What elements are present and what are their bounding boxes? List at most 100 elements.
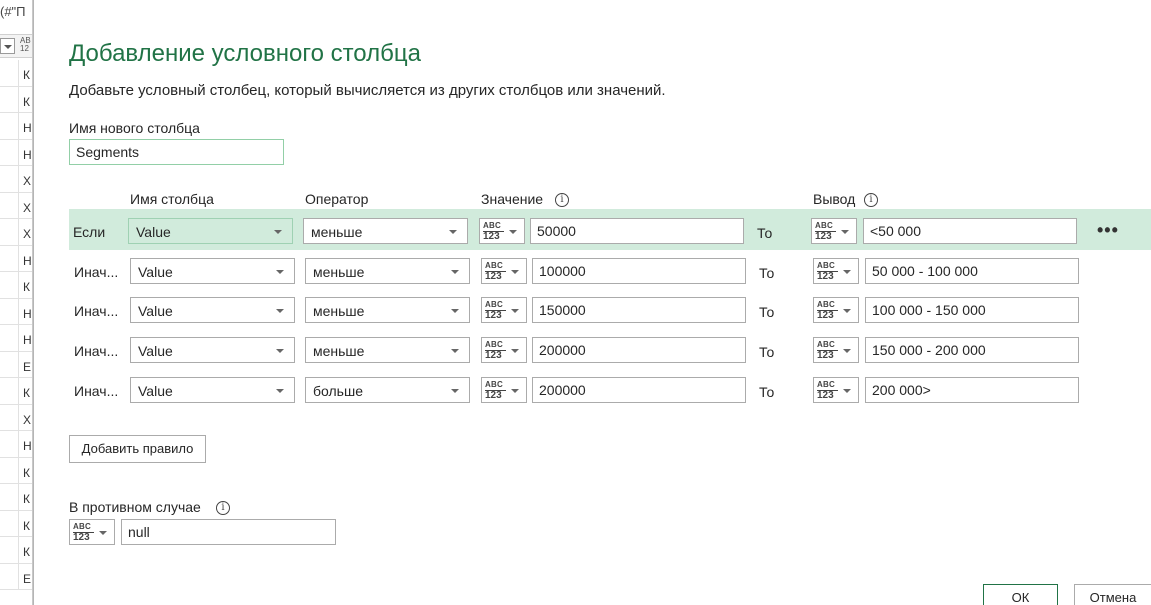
chevron-down-icon [841,230,849,234]
background-row-value: Х [23,200,32,215]
more-options-icon[interactable]: ••• [1097,221,1119,239]
else-type-button[interactable]: ABC 123 [69,519,115,545]
output-info-icon[interactable]: i [864,193,878,207]
dialog-description: Добавьте условный столбец, который вычис… [69,82,666,99]
column-name-dropdown[interactable]: Value [130,297,295,323]
value-input[interactable]: 150000 [532,297,746,323]
background-row-value: Х [23,412,32,427]
background-row-value: К [23,518,30,533]
new-column-label: Имя нового столбца [69,120,200,136]
operator-value: больше [313,383,363,399]
column-filter-dropdown[interactable] [0,38,15,54]
abc-123-type-icon: ABC 123 [817,381,839,401]
output-input[interactable]: <50 000 [863,218,1077,244]
background-row-value: Х [23,227,32,241]
abc-123-type-icon: ABC 123 [73,523,95,543]
output-input[interactable]: 200 000> [865,377,1079,403]
chevron-down-icon [99,531,107,535]
operator-value: меньше [313,264,365,280]
background-row-value: Н [23,439,32,453]
output-type-button[interactable]: ABC 123 [813,297,859,323]
value-type-button[interactable]: ABC 123 [481,258,527,284]
chevron-down-icon [511,389,519,393]
value-input[interactable]: 100000 [532,258,746,284]
ok-button[interactable]: ОК [983,584,1058,605]
column-name-value: Value [138,383,173,399]
output-type-button[interactable]: ABC 123 [813,337,859,363]
value-input[interactable]: 50000 [530,218,744,244]
chevron-down-icon [511,270,519,274]
output-type-button[interactable]: ABC 123 [813,258,859,284]
operator-dropdown[interactable]: меньше [305,297,470,323]
value-input[interactable]: 200000 [532,377,746,403]
chevron-down-icon [511,349,519,353]
output-type-button[interactable]: ABC 123 [813,377,859,403]
output-type-button[interactable]: ABC 123 [811,218,857,244]
background-row: Н [0,431,32,458]
output-input[interactable]: 50 000 - 100 000 [865,258,1079,284]
rule-label: Если [73,224,106,240]
else-info-icon[interactable]: i [216,501,230,515]
to-label: То [759,304,775,320]
background-row: К [0,60,32,87]
add-rule-button[interactable]: Добавить правило [69,435,206,463]
background-row: Е [0,351,32,378]
chevron-down-icon [449,230,457,234]
background-row-value: К [23,386,30,400]
header-output: Вывод [813,191,856,207]
chevron-down-icon [451,309,459,313]
column-name-value: Value [136,224,171,240]
app-window: (#"П AB 12 ККННХХХНКННЕКХНККККЕ Добавлен… [0,0,1151,605]
column-name-dropdown[interactable]: Value [128,218,293,244]
operator-dropdown[interactable]: больше [305,377,470,403]
rule-label: Инач... [74,343,119,359]
value-type-button[interactable]: ABC 123 [481,377,527,403]
output-input[interactable]: 150 000 - 200 000 [865,337,1079,363]
to-label: То [759,265,775,281]
abc-123-type-icon: ABC 123 [485,301,507,321]
cancel-button[interactable]: Отмена [1074,584,1151,605]
abc-123-type-icon: ABC 123 [817,301,839,321]
background-row: Е [0,563,32,590]
to-label: То [757,225,773,241]
background-row-value: К [23,465,30,480]
background-rows: ККННХХХНКННЕКХНККККЕ [0,60,32,590]
value-type-button[interactable]: ABC 123 [481,337,527,363]
new-column-name-input[interactable]: Segments [69,139,284,165]
column-name-dropdown[interactable]: Value [130,377,295,403]
background-row-value: К [23,94,30,109]
column-name-dropdown[interactable]: Value [130,337,295,363]
operator-value: меньше [313,343,365,359]
background-row-value: Х [23,174,32,188]
header-column-name: Имя столбца [130,191,214,207]
operator-value: меньше [313,303,365,319]
operator-dropdown[interactable]: меньше [303,218,468,244]
background-row-value: Е [23,571,32,586]
output-input[interactable]: 100 000 - 150 000 [865,297,1079,323]
background-row: Н [0,245,32,272]
column-name-dropdown[interactable]: Value [130,258,295,284]
abc-123-type-icon: ABC 123 [485,381,507,401]
abc-123-type-icon: ABC 123 [817,341,839,361]
background-row: К [0,484,32,511]
chevron-down-icon [276,349,284,353]
background-row-value: Н [23,306,32,321]
chevron-down-icon [276,389,284,393]
operator-value: меньше [311,224,363,240]
value-type-button[interactable]: ABC 123 [479,218,525,244]
rule-label: Инач... [74,264,119,280]
formula-bar-fragment: (#"П [0,4,26,19]
rule-label: Инач... [74,303,119,319]
value-info-icon[interactable]: i [555,193,569,207]
operator-dropdown[interactable]: меньше [305,258,470,284]
background-row-value: Н [23,147,32,162]
operator-dropdown[interactable]: меньше [305,337,470,363]
value-input[interactable]: 200000 [532,337,746,363]
background-row-value: Н [23,121,32,135]
else-value-input[interactable]: null [121,519,336,545]
abc-123-type-icon: ABC 123 [483,222,505,242]
value-type-button[interactable]: ABC 123 [481,297,527,323]
header-value: Значение [481,191,544,207]
chevron-down-icon [843,389,851,393]
chevron-down-icon [451,389,459,393]
